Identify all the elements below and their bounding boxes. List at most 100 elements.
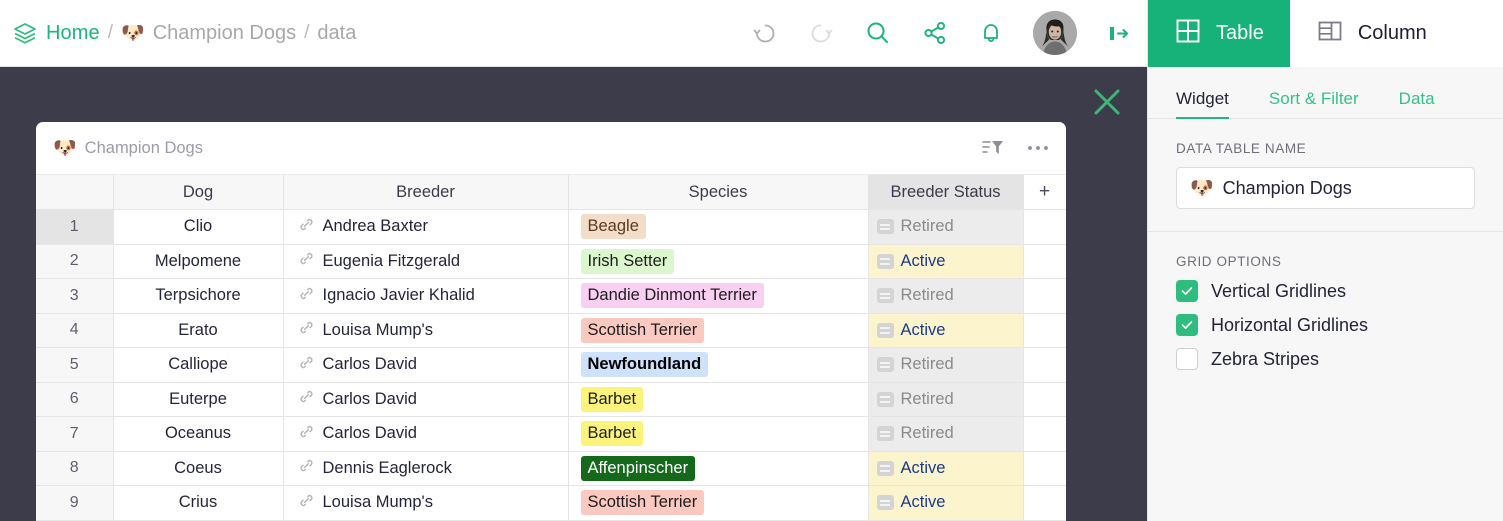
table-row[interactable]: 6EuterpeCarlos DavidBarbetRetired [36,382,1066,417]
cell-breeder[interactable]: Eugenia Fitzgerald [283,244,568,279]
cell-breeder-status[interactable]: Active [868,486,1023,521]
status-badge: Retired [869,348,1023,382]
breadcrumb: Home / 🐶 Champion Dogs / data [0,20,356,46]
cell-species[interactable]: Scottish Terrier [568,486,868,521]
cell-breeder-status[interactable]: Retired [868,210,1023,245]
table-row[interactable]: 3TerpsichoreIgnacio Javier KhalidDandie … [36,279,1066,314]
cell-breeder[interactable]: Andrea Baxter [283,210,568,245]
row-number-cell[interactable]: 2 [36,244,113,279]
logout-icon[interactable] [1105,19,1133,47]
add-column-button[interactable]: + [1023,175,1066,210]
cell-breeder-status[interactable]: Retired [868,279,1023,314]
cell-species[interactable]: Dandie Dinmont Terrier [568,279,868,314]
breadcrumb-table[interactable]: Champion Dogs [153,22,296,45]
row-number-cell[interactable]: 1 [36,210,113,245]
cell-species[interactable]: Irish Setter [568,244,868,279]
cell-species[interactable]: Barbet [568,417,868,452]
breeder-cell-content: Dennis Eaglerock [298,457,568,479]
cell-dog[interactable]: Erato [113,313,283,348]
table-row[interactable]: 4EratoLouisa Mump'sScottish Terrier Activ… [36,313,1066,348]
cell-species[interactable]: Scottish Terrier [568,313,868,348]
dog-emoji-icon-widget: 🐶 [53,139,77,158]
grid-option-horizontal-gridlines[interactable]: Horizontal Gridlines [1176,314,1475,336]
cell-breeder-status[interactable]: Retired [868,382,1023,417]
cell-dog[interactable]: Terpsichore [113,279,283,314]
checkbox-checked-icon[interactable] [1176,280,1198,302]
cell-breeder[interactable]: Carlos David [283,417,568,452]
tab-table[interactable]: Table [1148,0,1290,67]
grid-option-label: Zebra Stripes [1211,349,1319,370]
row-number-cell[interactable]: 8 [36,451,113,486]
share-icon[interactable] [921,19,949,47]
grid-option-vertical-gridlines[interactable]: Vertical Gridlines [1176,280,1475,302]
cell-breeder-status[interactable]: Retired [868,417,1023,452]
cell-species[interactable]: Affenpinscher [568,451,868,486]
cell-dog[interactable]: Melpomene [113,244,283,279]
cell-breeder-status[interactable]: Active [868,451,1023,486]
row-number-cell[interactable]: 4 [36,313,113,348]
cell-species[interactable]: Newfoundland [568,348,868,383]
cell-breeder[interactable]: Louisa Mump's [283,486,568,521]
table-row[interactable]: 7OceanusCarlos DavidBarbetRetired [36,417,1066,452]
subtab-data[interactable]: Data [1399,89,1435,118]
row-number-cell[interactable]: 7 [36,417,113,452]
breadcrumb-home[interactable]: Home [46,22,100,45]
select-list-icon [877,495,894,510]
redo-icon[interactable] [807,19,835,47]
tab-column[interactable]: Column [1290,0,1453,67]
checkbox-unchecked-icon[interactable] [1176,348,1198,370]
link-icon [298,250,315,272]
notifications-bell-icon[interactable] [977,19,1005,47]
grid-body: 1ClioAndrea BaxterBeagleRetired2Melpomen… [36,210,1066,521]
status-badge: Active [869,486,1023,520]
cell-breeder-status[interactable]: Active [868,244,1023,279]
cell-breeder-status[interactable]: Active [868,313,1023,348]
cell-breeder[interactable]: Carlos David [283,348,568,383]
table-row[interactable]: 2MelpomeneEugenia FitzgeraldIrish Setter… [36,244,1066,279]
avatar[interactable] [1033,11,1077,55]
cell-breeder[interactable]: Ignacio Javier Khalid [283,279,568,314]
cell-dog[interactable]: Euterpe [113,382,283,417]
cell-dog[interactable]: Calliope [113,348,283,383]
status-badge: Retired [869,210,1023,244]
subtab-sort-filter[interactable]: Sort & Filter [1269,89,1359,118]
grid-option-zebra-stripes[interactable]: Zebra Stripes [1176,348,1475,370]
cell-breeder-status[interactable]: Retired [868,348,1023,383]
cell-breeder[interactable]: Louisa Mump's [283,313,568,348]
table-row[interactable]: 8Coeus Dennis Eaglerock AffenpinscherActiv… [36,451,1066,486]
checkbox-checked-icon[interactable] [1176,314,1198,336]
row-number-cell[interactable]: 3 [36,279,113,314]
cell-species[interactable]: Beagle [568,210,868,245]
row-number-cell[interactable]: 9 [36,486,113,521]
cell-dog[interactable]: Oceanus [113,417,283,452]
search-icon[interactable] [863,18,893,48]
workspace-canvas: 🐶 Champion Dogs [0,67,1147,521]
cell-dog[interactable]: Clio [113,210,283,245]
column-header-species[interactable]: Species [568,175,868,210]
table-row[interactable]: 9CriusLouisa Mump'sScottish TerrierActiv… [36,486,1066,521]
sort-filter-icon[interactable] [981,137,1005,159]
column-header-breeder-status[interactable]: Breeder Status [868,175,1023,210]
breadcrumb-separator: / [108,22,113,44]
table-row[interactable]: 1ClioAndrea BaxterBeagleRetired [36,210,1066,245]
row-number-cell[interactable]: 6 [36,382,113,417]
data-table-name-input[interactable]: 🐶 Champion Dogs [1176,167,1475,209]
more-options-icon[interactable] [1027,144,1049,152]
column-header-dog[interactable]: Dog [113,175,283,210]
layers-icon[interactable] [12,20,38,46]
cell-species[interactable]: Barbet [568,382,868,417]
breadcrumb-data[interactable]: data [317,22,356,45]
cell-dog[interactable]: Crius [113,486,283,521]
cell-breeder[interactable]: Dennis Eaglerock [283,451,568,486]
undo-icon[interactable] [751,19,779,47]
column-header-breeder[interactable]: Breeder [283,175,568,210]
breeder-name: Dennis Eaglerock [323,459,452,478]
status-text: Active [901,321,946,340]
cell-breeder[interactable]: Carlos David [283,382,568,417]
row-trailing-cell [1023,486,1066,521]
subtab-widget[interactable]: Widget [1176,89,1229,118]
close-icon[interactable] [1092,87,1122,117]
table-row[interactable]: 5CalliopeCarlos DavidNewfoundlandRetired [36,348,1066,383]
cell-dog[interactable]: Coeus [113,451,283,486]
row-number-cell[interactable]: 5 [36,348,113,383]
